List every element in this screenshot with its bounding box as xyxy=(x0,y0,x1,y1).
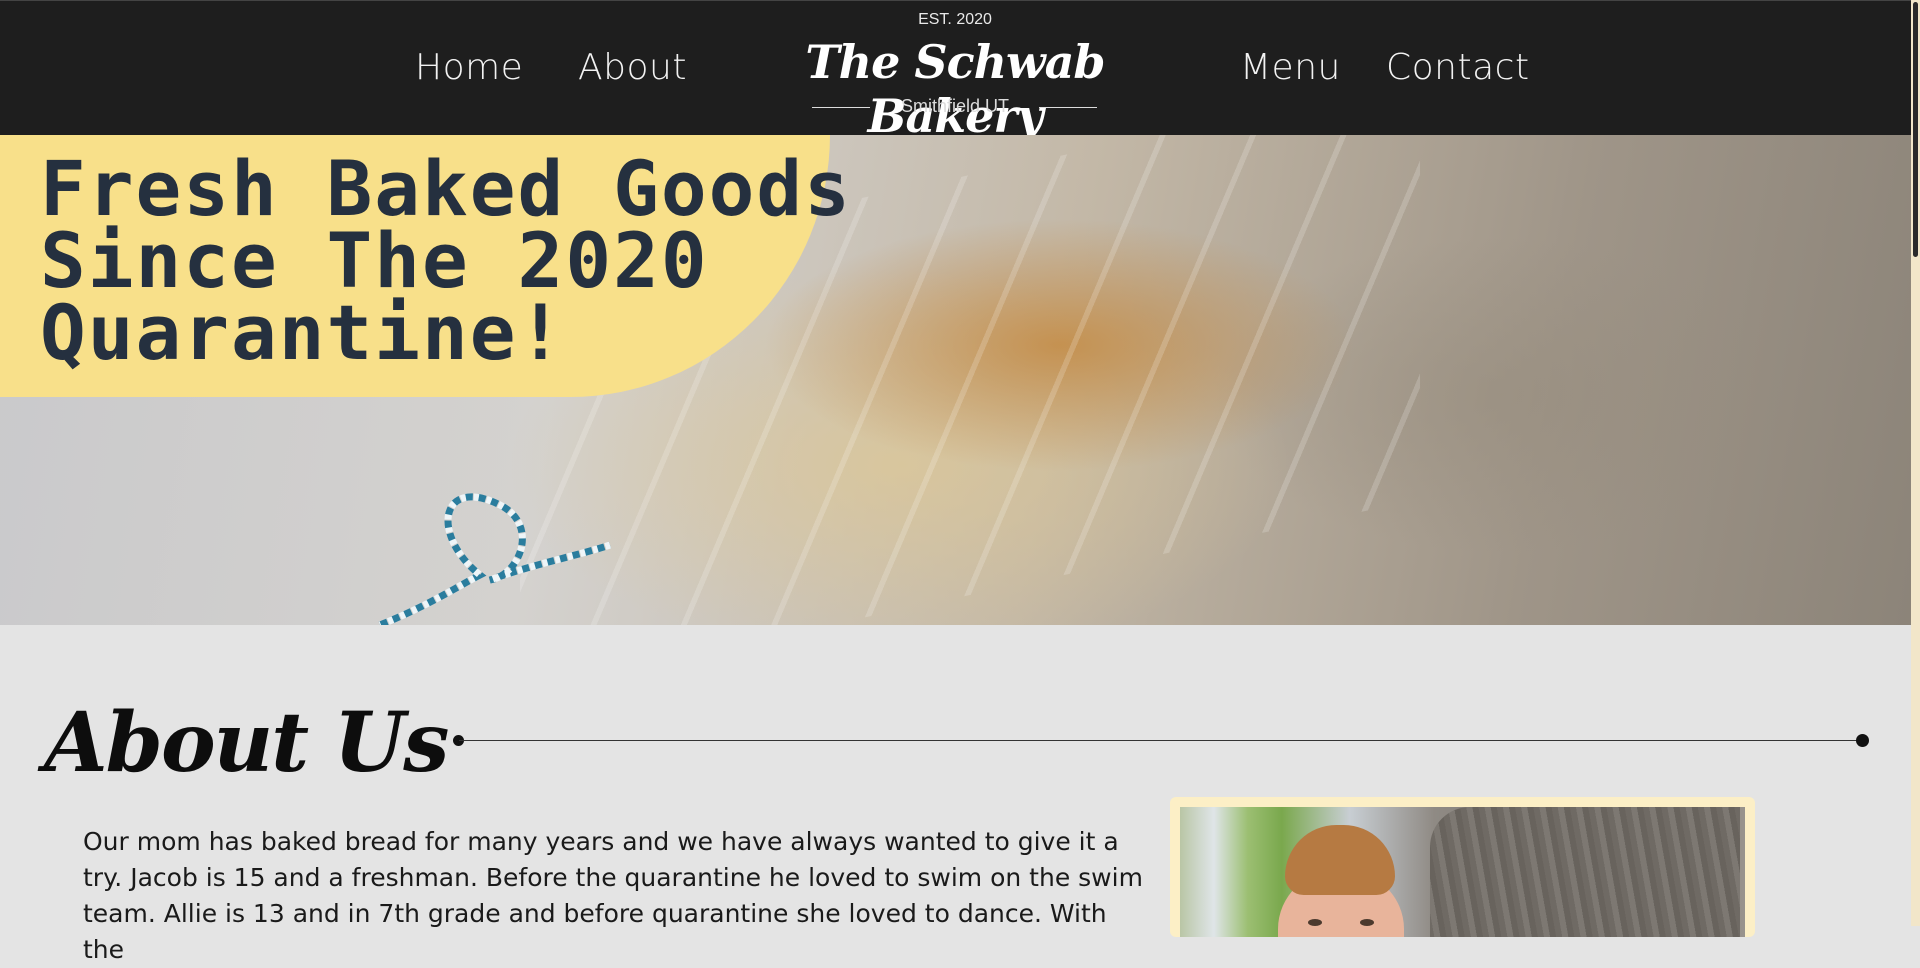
eye-icon xyxy=(1308,919,1322,926)
headline-line: Since The 2020 xyxy=(40,216,709,305)
nav-about-link[interactable]: About xyxy=(578,47,687,88)
family-photo-frame xyxy=(1170,797,1755,937)
nav-home-link[interactable]: Home xyxy=(415,47,523,88)
nav-menu-link[interactable]: Menu xyxy=(1240,47,1341,88)
scrollbar-thumb[interactable] xyxy=(1913,2,1918,257)
site-header: Home About EST. 2020 The Schwab Bakery S… xyxy=(0,0,1911,143)
hero-banner: Fresh Baked Goods Since The 2020 Quarant… xyxy=(0,135,1911,625)
headline-line: Quarantine! xyxy=(40,288,566,377)
section-divider xyxy=(453,734,1869,747)
hero-headline: Fresh Baked Goods Since The 2020 Quarant… xyxy=(40,144,860,377)
headline-banner: Fresh Baked Goods Since The 2020 Quarant… xyxy=(0,135,850,397)
brand-rule-right xyxy=(1039,107,1097,108)
established-label: EST. 2020 xyxy=(918,11,992,28)
nav-contact-link[interactable]: Contact xyxy=(1386,47,1530,88)
about-heading: About Us xyxy=(44,695,449,791)
twine-decoration xyxy=(378,493,612,625)
person-hair xyxy=(1285,825,1395,895)
tree-trunk xyxy=(1430,807,1740,937)
headline-line: Fresh Baked Goods xyxy=(40,144,852,233)
about-paragraph: Our mom has baked bread for many years a… xyxy=(83,827,1143,964)
brand-logo[interactable]: EST. 2020 The Schwab Bakery Smithfield U… xyxy=(740,7,1170,143)
divider-dot-icon xyxy=(1856,734,1869,747)
divider-line xyxy=(459,740,1863,741)
location-label: Smithfield UT xyxy=(900,96,1010,116)
page-scrollbar[interactable] xyxy=(1911,0,1920,926)
eye-icon xyxy=(1360,919,1374,926)
bakery-name: The Schwab Bakery xyxy=(805,35,1105,143)
family-photo xyxy=(1180,807,1745,937)
